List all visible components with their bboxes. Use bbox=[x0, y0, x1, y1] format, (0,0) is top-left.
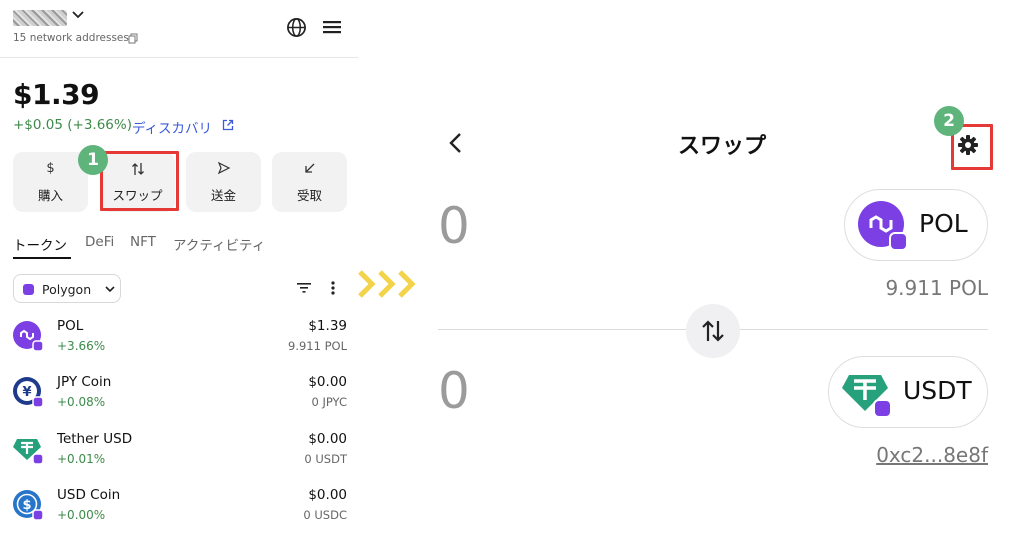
send-icon bbox=[186, 161, 261, 175]
to-token-selector[interactable]: USDT bbox=[828, 356, 988, 428]
balance-change: +$0.05 (+3.66%) bbox=[13, 117, 132, 133]
receive-label: 受取 bbox=[296, 188, 322, 203]
token-row-usdt[interactable]: Tether USD +0.01% $0.00 0 USDT bbox=[0, 430, 358, 480]
token-name: POL bbox=[57, 318, 84, 334]
to-amount-input[interactable]: 0 bbox=[438, 362, 470, 420]
network-selector-label: Polygon bbox=[42, 282, 92, 297]
token-name: Tether USD bbox=[57, 431, 133, 447]
dollar-icon: $ bbox=[46, 161, 55, 176]
token-row-usdc[interactable]: $ USD Coin +0.00% $0.00 0 USDC bbox=[0, 486, 358, 533]
external-link-icon[interactable] bbox=[222, 119, 234, 131]
token-change: +0.00% bbox=[57, 508, 106, 522]
svg-text:¥: ¥ bbox=[22, 385, 31, 400]
token-change: +0.08% bbox=[57, 395, 106, 409]
more-vertical-icon[interactable] bbox=[330, 280, 336, 296]
active-tab-indicator bbox=[13, 257, 71, 259]
chevron-down-icon bbox=[105, 286, 115, 293]
svg-text:$: $ bbox=[22, 498, 31, 513]
token-amount: 0 USDT bbox=[304, 452, 347, 466]
discover-link[interactable]: ディスカバリ bbox=[132, 117, 212, 137]
flip-swap-button[interactable] bbox=[686, 304, 740, 358]
network-selector[interactable]: Polygon bbox=[13, 274, 121, 303]
usdt-logo-icon bbox=[13, 439, 44, 465]
token-change: +0.01% bbox=[57, 452, 106, 466]
filter-icon[interactable] bbox=[296, 281, 312, 295]
tab-tokens[interactable]: トークン bbox=[13, 234, 67, 254]
hamburger-menu-icon[interactable] bbox=[322, 17, 342, 37]
page-title: スワップ bbox=[677, 134, 766, 159]
receive-button[interactable]: 受取 bbox=[272, 152, 347, 212]
buy-button[interactable]: $ 購入 bbox=[13, 152, 88, 212]
swap-arrows-icon bbox=[702, 320, 724, 342]
token-usd-value: $0.00 bbox=[308, 487, 347, 503]
to-token-symbol: USDT bbox=[903, 376, 972, 405]
from-token-symbol: POL bbox=[919, 209, 968, 238]
buy-label: 購入 bbox=[37, 188, 63, 203]
send-label: 送金 bbox=[210, 188, 236, 203]
from-token-balance: 9.911 POL bbox=[885, 276, 988, 300]
pol-logo-icon bbox=[858, 201, 908, 251]
from-amount-input[interactable]: 0 bbox=[438, 197, 470, 255]
copy-icon[interactable] bbox=[128, 33, 138, 44]
tab-nft[interactable]: NFT bbox=[130, 234, 156, 250]
token-name: JPY Coin bbox=[57, 374, 112, 390]
tab-defi[interactable]: DeFi bbox=[85, 234, 114, 250]
token-change: +3.66% bbox=[57, 339, 106, 353]
from-token-selector[interactable]: POL bbox=[844, 189, 988, 261]
token-amount: 0 USDC bbox=[303, 508, 347, 522]
swap-panel: スワップ 2 0 POL 9.911 POL 0 USDT 0xc2...8e8… bbox=[420, 0, 1024, 533]
wallet-panel: 15 network addresses $1.39 +$0.05 (+3.66… bbox=[0, 0, 358, 533]
pol-logo-icon bbox=[13, 321, 44, 352]
jpyc-logo-icon: ¥ bbox=[13, 377, 44, 408]
usdt-logo-icon bbox=[842, 375, 892, 418]
swap-highlight-box bbox=[100, 151, 179, 211]
token-amount: 0 JPYC bbox=[311, 395, 347, 409]
token-row-jpyc[interactable]: ¥ JPY Coin +0.08% $0.00 0 JPYC bbox=[0, 373, 358, 423]
token-name: USD Coin bbox=[57, 487, 121, 503]
usdc-logo-icon: $ bbox=[13, 490, 44, 521]
total-balance: $1.39 bbox=[13, 78, 100, 111]
tab-activity[interactable]: アクティビティ bbox=[173, 234, 265, 254]
to-token-address-link[interactable]: 0xc2...8e8f bbox=[876, 443, 988, 467]
wallet-header: 15 network addresses bbox=[0, 0, 358, 58]
token-amount: 9.911 POL bbox=[288, 339, 347, 353]
account-name-blurred[interactable] bbox=[13, 10, 67, 26]
token-usd-value: $0.00 bbox=[308, 431, 347, 447]
token-row-pol[interactable]: POL +3.66% $1.39 9.911 POL bbox=[0, 317, 358, 367]
token-usd-value: $1.39 bbox=[308, 318, 347, 334]
network-addresses-label[interactable]: 15 network addresses bbox=[13, 32, 129, 44]
token-usd-value: $0.00 bbox=[308, 374, 347, 390]
chevron-down-icon[interactable] bbox=[71, 8, 85, 22]
step-badge-1: 1 bbox=[78, 145, 108, 175]
send-button[interactable]: 送金 bbox=[186, 152, 261, 212]
globe-icon[interactable] bbox=[286, 17, 307, 38]
step-badge-2: 2 bbox=[934, 106, 964, 136]
next-step-arrows-icon bbox=[358, 270, 416, 298]
polygon-dot-icon bbox=[23, 284, 34, 295]
receive-icon bbox=[272, 161, 347, 175]
